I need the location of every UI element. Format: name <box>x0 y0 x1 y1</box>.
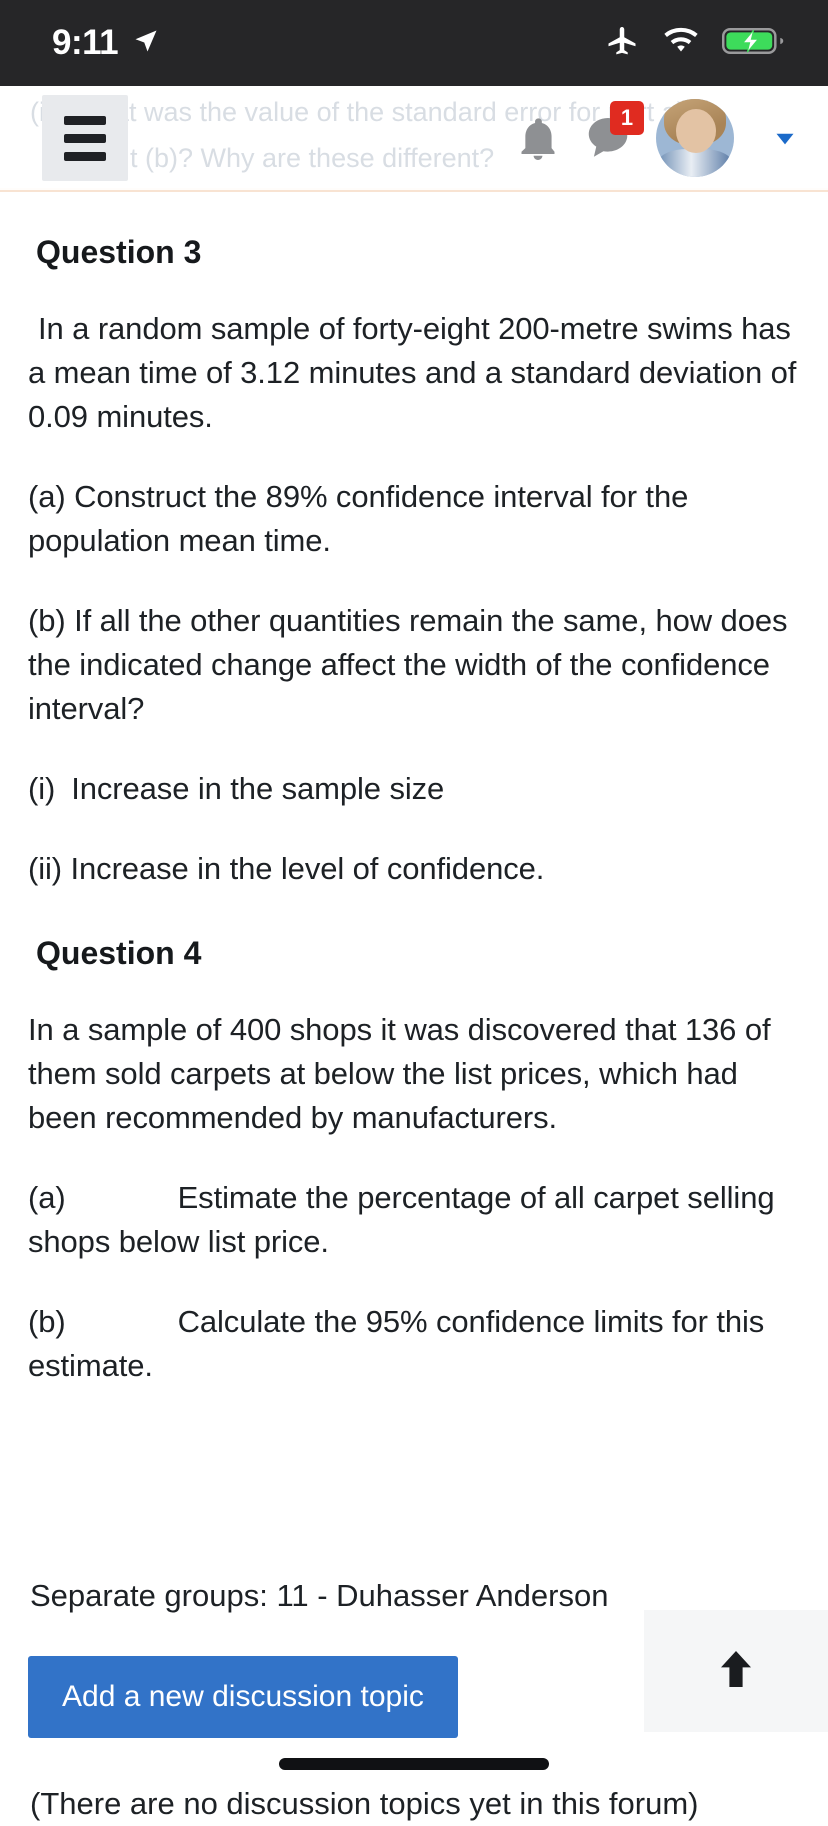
question-3-title: Question 3 <box>36 234 800 271</box>
add-new-discussion-topic-button[interactable]: Add a new discussion topic <box>28 1656 458 1738</box>
battery-charging-icon <box>722 26 784 61</box>
hamburger-bar <box>64 134 106 143</box>
status-bar-right <box>604 23 784 64</box>
question-3-part-b: (b) If all the other quantities remain t… <box>28 599 800 731</box>
no-discussion-topics-message: (There are no discussion topics yet in t… <box>30 1782 800 1826</box>
hamburger-bar <box>64 152 106 161</box>
status-bar: 9:11 <box>0 0 828 86</box>
question-3-sub-i-text: Increase in the sample size <box>71 771 444 806</box>
messages-bubble-icon[interactable]: 1 <box>586 115 630 161</box>
content-spacer <box>28 1388 800 1538</box>
question-4-part-b-label: (b) <box>28 1304 66 1339</box>
hamburger-menu-icon[interactable] <box>42 95 128 181</box>
avatar-face <box>676 109 716 153</box>
header-row: 1 <box>0 86 828 190</box>
arrow-up-icon <box>712 1645 760 1698</box>
hamburger-bar <box>64 116 106 125</box>
app-header: (iii) What was the value of the standard… <box>0 86 828 190</box>
messages-badge: 1 <box>610 101 644 135</box>
question-4-part-b-text: Calculate the 95% confidence limits for … <box>28 1304 764 1383</box>
question-3-sub-i: (i) Increase in the sample size <box>28 767 800 811</box>
forum-content: Question 3 In a random sample of forty-e… <box>0 192 828 1792</box>
question-3-sub-ii: (ii) Increase in the level of confidence… <box>28 847 800 891</box>
avatar-body <box>658 149 732 177</box>
question-4-intro: In a sample of 400 shops it was discover… <box>28 1008 800 1140</box>
header-actions: 1 <box>516 99 810 177</box>
status-time: 9:11 <box>52 23 118 63</box>
question-4-part-a-text: Estimate the percentage of all carpet se… <box>28 1180 775 1259</box>
wifi-icon <box>662 26 700 61</box>
question-3-sub-i-label: (i) <box>28 771 55 806</box>
home-indicator <box>279 1758 549 1770</box>
status-bar-left: 9:11 <box>52 23 160 63</box>
question-4-part-a: (a)Estimate the percentage of all carpet… <box>28 1176 800 1264</box>
question-3-intro: In a random sample of forty-eight 200-me… <box>28 307 800 439</box>
chevron-down-icon[interactable] <box>760 121 810 155</box>
notifications-bell-icon[interactable] <box>516 114 560 162</box>
question-4-title: Question 4 <box>36 935 800 972</box>
question-4-part-a-label: (a) <box>28 1180 66 1215</box>
location-arrow-icon <box>132 27 160 60</box>
scroll-to-top-button[interactable] <box>644 1610 828 1732</box>
question-4-part-b: (b)Calculate the 95% confidence limits f… <box>28 1300 800 1388</box>
airplane-mode-icon <box>604 23 640 64</box>
question-3-part-a: (a) Construct the 89% confidence interva… <box>28 475 800 563</box>
avatar[interactable] <box>656 99 734 177</box>
